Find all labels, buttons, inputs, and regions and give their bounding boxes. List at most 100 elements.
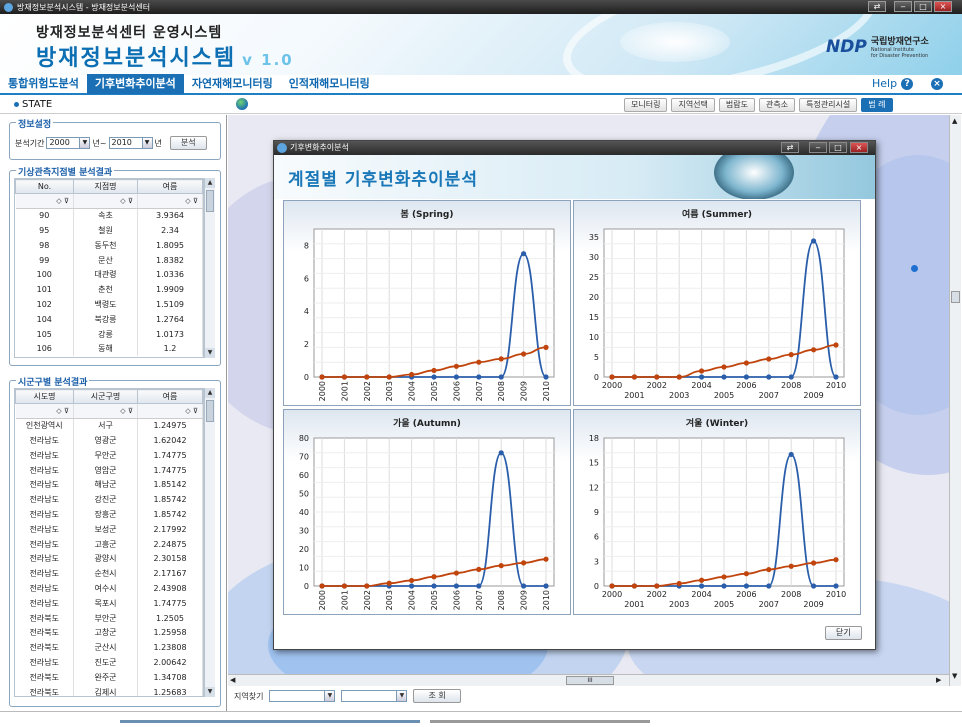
- map-vertical-scrollbar[interactable]: ▲ ▼: [949, 115, 961, 686]
- table-row[interactable]: 105 강릉 1.0173: [15, 326, 203, 342]
- tab-natural-disaster[interactable]: 자연재해모니터링: [184, 74, 281, 94]
- map-marker[interactable]: [911, 265, 918, 272]
- maximize-button[interactable]: □: [829, 142, 847, 153]
- filter-cell[interactable]: ◇ ⊽: [137, 403, 203, 419]
- y-tick-label: 6: [594, 533, 599, 542]
- search-button[interactable]: 조 회: [413, 689, 461, 703]
- scroll-right-icon[interactable]: ▶: [936, 676, 941, 684]
- station-scrollbar[interactable]: ▲ ▼: [204, 178, 215, 358]
- to-year-select[interactable]: 2010 ▼: [108, 137, 153, 149]
- filter-cell[interactable]: ◇ ⊽: [73, 193, 138, 209]
- restore-icon[interactable]: ⇄: [868, 1, 886, 12]
- close-icon[interactable]: ×: [931, 77, 944, 90]
- table-row[interactable]: 전라북도 군산시 1.23808: [15, 640, 203, 656]
- scroll-up-icon[interactable]: ▲: [205, 178, 215, 188]
- analyze-button[interactable]: 분석: [169, 136, 207, 150]
- table-row[interactable]: 102 백령도 1.5109: [15, 297, 203, 312]
- table-row[interactable]: 100 대관령 1.0336: [15, 267, 203, 283]
- monitoring-button[interactable]: 모니터링: [624, 98, 668, 112]
- scroll-up-icon[interactable]: ▲: [205, 388, 215, 398]
- table-row[interactable]: 전라남도 고흥군 2.24875: [15, 536, 203, 552]
- tab-human-disaster[interactable]: 인적재해모니터링: [281, 74, 378, 94]
- data-point: [833, 374, 839, 380]
- province-select[interactable]: ▼: [269, 690, 336, 702]
- restore-icon[interactable]: ⇄: [781, 142, 799, 153]
- table-row[interactable]: 106 동해 1.2: [15, 341, 203, 357]
- map-horizontal-scrollbar[interactable]: ◀ III ▶: [228, 674, 952, 686]
- x-tick-label: 2008: [781, 590, 801, 599]
- table-row[interactable]: 전라북도 김제시 1.25683: [15, 684, 203, 696]
- close-button[interactable]: 닫기: [825, 626, 862, 640]
- scroll-thumb[interactable]: III: [566, 676, 614, 685]
- col-no[interactable]: No.: [15, 179, 74, 194]
- minimize-button[interactable]: ‒: [894, 1, 912, 12]
- tab-integrated-risk[interactable]: 통합위험도분석: [0, 74, 87, 94]
- data-point: [721, 364, 727, 370]
- table-row[interactable]: 99 문산 1.8382: [15, 252, 203, 268]
- col-summer[interactable]: 여름: [137, 179, 203, 194]
- close-window-button[interactable]: ×: [934, 1, 952, 12]
- data-point: [788, 374, 794, 380]
- table-row[interactable]: 전라남도 여수시 2.43908: [15, 581, 203, 596]
- data-point: [811, 238, 817, 244]
- table-row[interactable]: 104 북강릉 1.2764: [15, 311, 203, 327]
- filter-cell[interactable]: ◇ ⊽: [73, 403, 138, 419]
- close-popup-button[interactable]: ×: [850, 142, 868, 153]
- globe-icon[interactable]: [236, 98, 248, 110]
- scroll-down-icon[interactable]: ▼: [205, 687, 215, 697]
- table-row[interactable]: 전라남도 강진군 1.85742: [15, 492, 203, 508]
- table-row[interactable]: 전라북도 고창군 1.25958: [15, 625, 203, 641]
- from-year-select[interactable]: 2000 ▼: [46, 137, 91, 149]
- special-facility-button[interactable]: 특정관리시설: [799, 98, 858, 112]
- scroll-down-icon[interactable]: ▼: [205, 348, 215, 358]
- scroll-up-icon[interactable]: ▲: [952, 117, 957, 125]
- table-cell: 100: [15, 267, 74, 283]
- table-row[interactable]: 90 속초 3.9364: [15, 208, 203, 224]
- state-bar: STATE 모니터링 지역선택 범람도 관측소 특정관리시설 범 례: [0, 96, 962, 114]
- station-table: No. 지점명 여름 ◇ ⊽ ◇ ⊽ ◇ ⊽ 90 속초 3.9364 95 철원 2.3…: [15, 179, 203, 357]
- table-row[interactable]: 전라남도 해남군 1.85142: [15, 477, 203, 493]
- table-row[interactable]: 전라남도 광양시 2.30158: [15, 551, 203, 567]
- filter-cell[interactable]: ◇ ⊽: [15, 193, 74, 209]
- table-row[interactable]: 전라북도 완주군 1.34708: [15, 669, 203, 685]
- table-row[interactable]: 전라남도 목포시 1.74775: [15, 595, 203, 611]
- maximize-button[interactable]: □: [914, 1, 932, 12]
- data-point: [341, 583, 347, 589]
- scroll-left-icon[interactable]: ◀: [230, 676, 235, 684]
- table-cell: 철원: [73, 223, 138, 238]
- col-summer[interactable]: 여름: [137, 389, 203, 404]
- scroll-thumb[interactable]: [206, 400, 214, 422]
- legend-button[interactable]: 범 례: [861, 98, 893, 112]
- table-row[interactable]: 전라남도 무안군 1.74775: [15, 447, 203, 463]
- region-select-button[interactable]: 지역선택: [671, 98, 715, 112]
- table-row[interactable]: 전라남도 영광군 1.62042: [15, 433, 203, 448]
- filter-cell[interactable]: ◇ ⊽: [15, 403, 74, 419]
- table-row[interactable]: 98 동두천 1.8095: [15, 237, 203, 253]
- help-link[interactable]: Help: [872, 77, 897, 90]
- filter-cell[interactable]: ◇ ⊽: [137, 193, 203, 209]
- scroll-thumb[interactable]: [951, 291, 960, 303]
- scroll-down-icon[interactable]: ▼: [952, 672, 957, 680]
- tab-climate-change[interactable]: 기후변화추이분석: [86, 74, 184, 94]
- scroll-thumb[interactable]: [206, 190, 214, 212]
- col-station[interactable]: 지점명: [73, 179, 138, 194]
- table-row[interactable]: 전라남도 영암군 1.74775: [15, 462, 203, 478]
- district-scrollbar[interactable]: ▲ ▼: [204, 388, 215, 697]
- flood-map-button[interactable]: 범람도: [718, 98, 755, 112]
- station-button[interactable]: 관측소: [759, 98, 796, 112]
- table-row[interactable]: 전라남도 순천시 2.17167: [15, 566, 203, 582]
- col-district[interactable]: 시군구명: [73, 389, 138, 404]
- table-row[interactable]: 전라남도 진도군 2.00642: [15, 655, 203, 670]
- district-select[interactable]: ▼: [341, 690, 408, 702]
- table-row[interactable]: 101 춘천 1.9909: [15, 282, 203, 298]
- table-row[interactable]: 95 철원 2.34: [15, 223, 203, 238]
- table-cell: 전라남도: [15, 433, 74, 448]
- table-row[interactable]: 인천광역시 서구 1.24975: [15, 418, 203, 434]
- popup-title-bar: 기후변화추이분석 ⇄ ‒ □ ×: [274, 141, 875, 155]
- col-province[interactable]: 시도명: [15, 389, 74, 404]
- help-icon[interactable]: ?: [901, 77, 914, 90]
- minimize-button[interactable]: ‒: [809, 142, 827, 153]
- table-row[interactable]: 전라남도 장흥군 1.85742: [15, 507, 203, 522]
- table-row[interactable]: 전라북도 부안군 1.2505: [15, 610, 203, 626]
- table-row[interactable]: 전라남도 보성군 2.17992: [15, 521, 203, 537]
